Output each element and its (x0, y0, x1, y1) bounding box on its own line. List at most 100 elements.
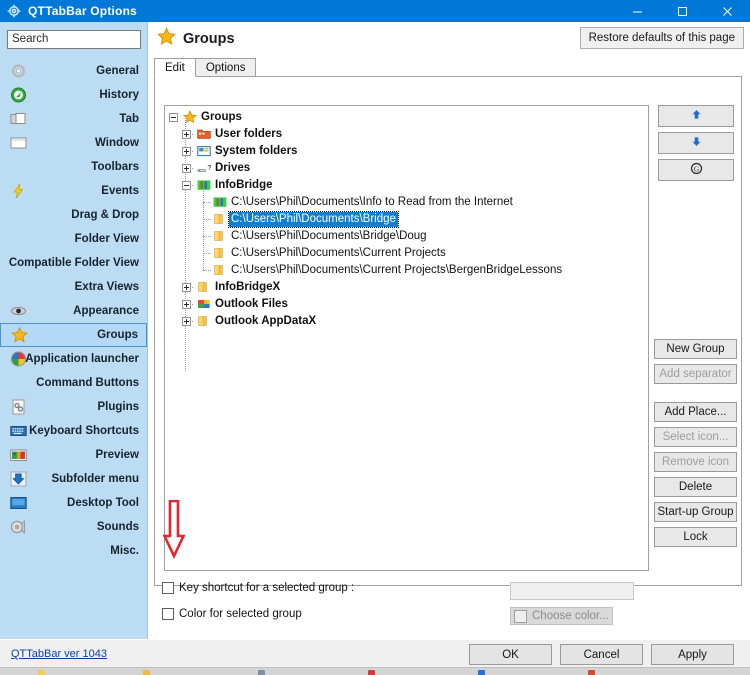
sidebar-item-general[interactable]: General (0, 59, 147, 83)
sidebar-item-label: Window (95, 136, 139, 149)
expand-icon[interactable] (182, 130, 191, 139)
expand-icon[interactable] (182, 317, 191, 326)
tree-row[interactable]: InfoBridge (165, 177, 648, 194)
ok-button[interactable]: OK (469, 644, 552, 665)
sidebar-item-label: Misc. (110, 544, 139, 557)
tree-row[interactable]: C:\Users\Phil\Documents\Info to Read fro… (165, 194, 648, 211)
folder-icon (197, 314, 211, 328)
lock-button[interactable]: Lock (654, 527, 737, 547)
apply-button[interactable]: Apply (651, 644, 734, 665)
version-link[interactable]: QTTabBar ver 1043 (11, 648, 107, 660)
tree-row[interactable]: C:\Users\Phil\Documents\Bridge\Doug (165, 228, 648, 245)
sidebar-item-misc[interactable]: Misc. (0, 539, 147, 563)
taskbar-item[interactable] (258, 670, 265, 675)
button-label: Start-up Group (657, 506, 734, 518)
sidebar-item-plugins[interactable]: Plugins (0, 395, 147, 419)
sidebar-item-label: Folder View (74, 232, 139, 245)
taskbar-item[interactable] (143, 670, 150, 675)
cancel-button[interactable]: Cancel (560, 644, 643, 665)
go-button[interactable]: G (658, 159, 734, 181)
color-for-group-checkbox[interactable] (162, 608, 174, 620)
folder-icon (213, 246, 227, 260)
sidebar-item-subfolder-menu[interactable]: Subfolder menu (0, 467, 147, 491)
tree-row[interactable]: C:\Users\Phil\Documents\Current Projects (165, 245, 648, 262)
expand-icon[interactable] (182, 283, 191, 292)
tree-connector (203, 236, 211, 237)
green-app-icon (213, 195, 227, 209)
down-arrow-icon (10, 470, 27, 487)
sidebar-item-preview[interactable]: Preview (0, 443, 147, 467)
expand-icon[interactable] (182, 300, 191, 309)
minimize-button[interactable] (615, 0, 660, 22)
tree-connector (203, 219, 211, 220)
add-place-button[interactable]: Add Place... (654, 402, 737, 422)
launcher-icon (10, 350, 27, 367)
restore-defaults-button[interactable]: Restore defaults of this page (579, 27, 744, 49)
tree-row[interactable]: User folders (165, 126, 648, 143)
taskbar-item[interactable] (38, 670, 45, 675)
sidebar-item-extra-views[interactable]: Extra Views (0, 275, 147, 299)
search-input[interactable] (7, 29, 141, 49)
sidebar-item-history[interactable]: History (0, 83, 147, 107)
close-button[interactable] (705, 0, 750, 22)
key-shortcut-checkbox[interactable] (162, 582, 174, 594)
tree-row[interactable]: Outlook Files (165, 296, 648, 313)
move-up-button[interactable] (658, 105, 734, 127)
startup-group-button[interactable]: Start-up Group (654, 502, 737, 522)
sidebar-item-groups[interactable]: Groups (0, 322, 147, 347)
taskbar (0, 667, 750, 675)
history-compass-icon (10, 86, 27, 103)
select-icon-button[interactable]: Select icon... (654, 427, 737, 447)
sidebar-item-events[interactable]: Events (0, 179, 147, 203)
sidebar-item-command-buttons[interactable]: Command Buttons (0, 371, 147, 395)
window-controls (615, 0, 750, 22)
sidebar-item-appearance[interactable]: Appearance (0, 299, 147, 323)
search-container (0, 22, 147, 49)
tree-connector (203, 202, 211, 203)
sidebar-item-desktop-tool[interactable]: Desktop Tool (0, 491, 147, 515)
tree-row[interactable]: System folders (165, 143, 648, 160)
tree-row[interactable]: Outlook AppDataX (165, 313, 648, 330)
ok-label: OK (502, 648, 519, 661)
tree-row[interactable]: C:\Users\Phil\Documents\Current Projects… (165, 262, 648, 279)
groups-tree[interactable]: Groups User folders System folders ? Dri… (164, 105, 649, 571)
sidebar-item-toolbars[interactable]: Toolbars (0, 155, 147, 179)
remove-icon-button[interactable]: Remove icon (654, 452, 737, 472)
taskbar-item[interactable] (478, 670, 485, 675)
taskbar-item[interactable] (588, 670, 595, 675)
sidebar-item-label: Application launcher (25, 352, 139, 365)
sidebar-item-keyboard-shortcuts[interactable]: Keyboard Shortcuts (0, 419, 147, 443)
expand-icon[interactable] (182, 147, 191, 156)
sidebar-item-label: Events (101, 184, 139, 197)
delete-button[interactable]: Delete (654, 477, 737, 497)
move-down-button[interactable] (658, 132, 734, 154)
key-shortcut-input[interactable] (510, 582, 634, 600)
tree-row[interactable]: InfoBridgeX (165, 279, 648, 296)
sidebar-item-window[interactable]: Window (0, 131, 147, 155)
collapse-icon[interactable] (182, 181, 191, 190)
tree-row[interactable]: ? Drives (165, 160, 648, 177)
sidebar-item-drag-and-drop[interactable]: Drag & Drop (0, 203, 147, 227)
collapse-icon[interactable] (169, 113, 178, 122)
tab-edit[interactable]: Edit (154, 58, 196, 77)
apply-label: Apply (678, 648, 707, 661)
maximize-button[interactable] (660, 0, 705, 22)
sidebar-item-compatible-folder-view[interactable]: Compatible Folder View (0, 251, 147, 275)
sidebar-item-application-launcher[interactable]: Application launcher (0, 347, 147, 371)
sidebar-item-folder-view[interactable]: Folder View (0, 227, 147, 251)
button-label: Remove icon (661, 456, 730, 468)
sidebar-item-sounds[interactable]: Sounds (0, 515, 147, 539)
choose-color-button[interactable]: Choose color... (510, 607, 613, 625)
tab-panel-edit: Groups User folders System folders ? Dri… (154, 76, 742, 586)
sidebar-item-tab[interactable]: Tab (0, 107, 147, 131)
tree-row-selected[interactable]: C:\Users\Phil\Documents\Bridge (165, 211, 648, 228)
up-arrow-icon (691, 109, 702, 123)
expand-icon[interactable] (182, 164, 191, 173)
tree-row[interactable]: Groups (165, 109, 648, 126)
add-separator-button[interactable]: Add separator (654, 364, 737, 384)
tab-options[interactable]: Options (194, 58, 257, 77)
tree-label: C:\Users\Phil\Documents\Current Projects… (231, 264, 563, 276)
new-group-button[interactable]: New Group (654, 339, 737, 359)
folder-icon (213, 212, 227, 226)
taskbar-item[interactable] (368, 670, 375, 675)
